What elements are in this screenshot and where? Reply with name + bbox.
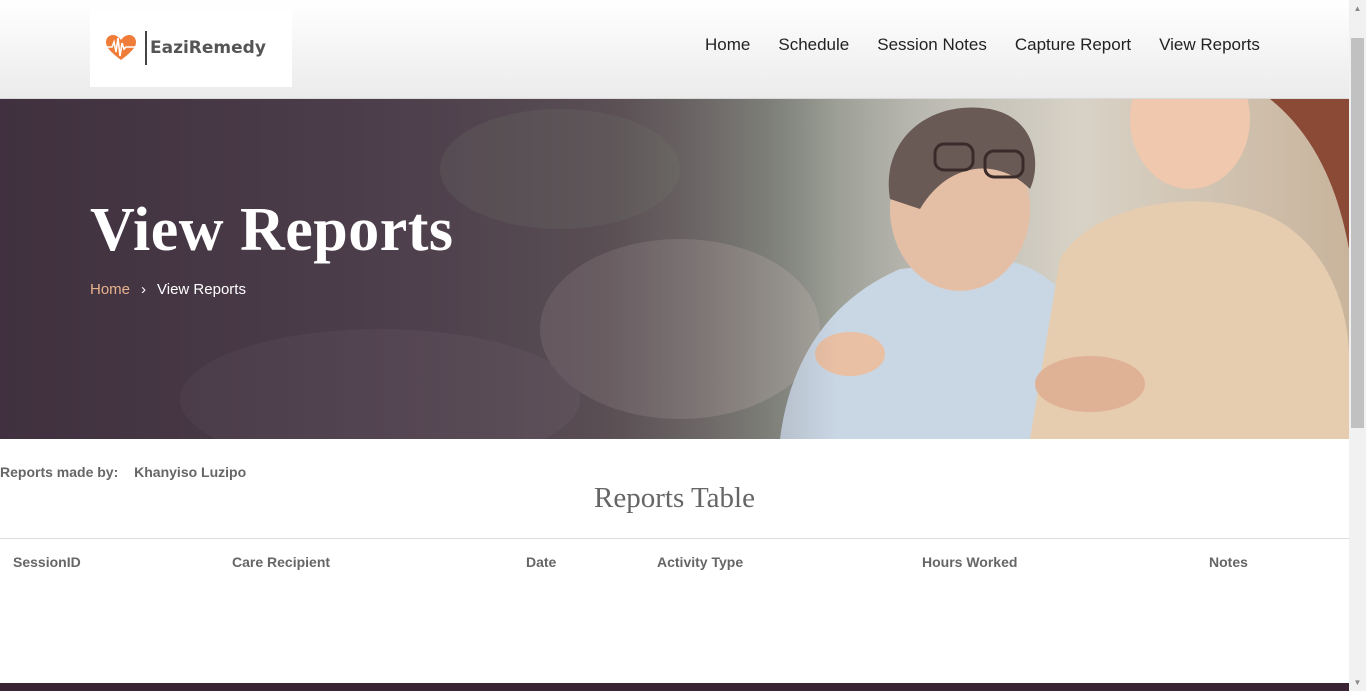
scroll-up-arrow-icon[interactable]: ▲ <box>1349 0 1366 17</box>
column-header-notes[interactable]: Notes <box>1209 554 1248 570</box>
nav-schedule[interactable]: Schedule <box>778 35 849 55</box>
reports-table-title: Reports Table <box>594 482 755 514</box>
breadcrumb-current: View Reports <box>157 281 246 298</box>
column-header-sessionid[interactable]: SessionID <box>13 554 81 570</box>
footer-strip <box>0 683 1349 691</box>
nav-capture-report[interactable]: Capture Report <box>1015 35 1131 55</box>
scrollbar-thumb[interactable] <box>1351 38 1364 428</box>
logo-divider <box>145 31 147 65</box>
brand-name: EaziRemedy <box>150 38 266 58</box>
column-header-care-recipient[interactable]: Care Recipient <box>232 554 330 570</box>
hero-banner: View Reports Home › View Reports <box>0 99 1349 439</box>
nav-view-reports[interactable]: View Reports <box>1159 35 1260 55</box>
brand-logo[interactable]: EaziRemedy <box>90 9 292 87</box>
main-nav: Home Schedule Session Notes Capture Repo… <box>705 35 1260 55</box>
page-scrollbar[interactable]: ▲ ▼ <box>1349 0 1366 691</box>
report-author: Reports made by: Khanyiso Luzipo <box>0 464 246 480</box>
chevron-right-icon: › <box>141 281 147 298</box>
breadcrumb-home-link[interactable]: Home <box>90 281 130 298</box>
table-divider <box>0 538 1349 539</box>
caregiver-photo <box>0 99 1349 439</box>
column-header-date[interactable]: Date <box>526 554 556 570</box>
column-header-hours-worked[interactable]: Hours Worked <box>922 554 1017 570</box>
column-header-activity-type[interactable]: Activity Type <box>657 554 743 570</box>
report-author-label: Reports made by: <box>0 464 119 480</box>
breadcrumb: Home › View Reports <box>90 281 246 298</box>
report-author-name: Khanyiso Luzipo <box>134 464 247 480</box>
nav-home[interactable]: Home <box>705 35 750 55</box>
scroll-down-arrow-icon[interactable]: ▼ <box>1349 674 1366 691</box>
page-title: View Reports <box>90 196 454 264</box>
nav-session-notes[interactable]: Session Notes <box>877 35 987 55</box>
heartbeat-heart-icon <box>104 35 138 60</box>
site-header: EaziRemedy Home Schedule Session Notes C… <box>0 0 1349 99</box>
